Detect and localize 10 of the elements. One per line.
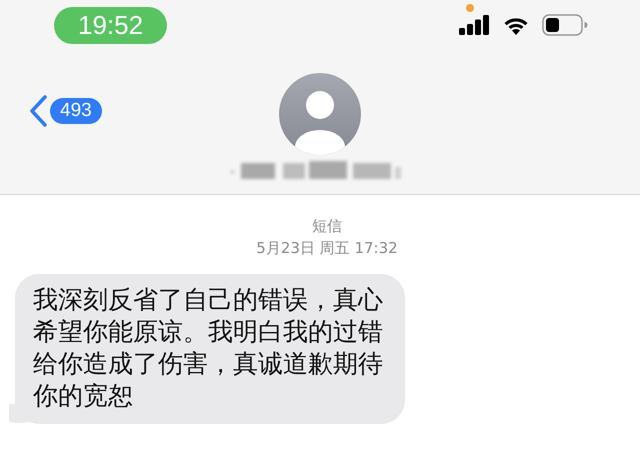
privacy-dot-icon [466,4,474,12]
message-timestamp: 5月23日 周五 17:32 [255,238,398,259]
back-chevron-icon[interactable] [28,95,48,127]
status-time: 19:52 [54,6,168,44]
service-label: 短信 [311,216,342,237]
signal-icon [459,15,490,35]
battery-icon [542,14,588,36]
contact-avatar-icon[interactable] [279,73,361,155]
unread-count-badge[interactable]: 493 [50,98,102,124]
message-text: 我深刻反省了自己的错误，真心希望你能原谅。我明白我的过错给你造成了伤害，真诚道歉期待你的宽恕 [33,284,383,412]
